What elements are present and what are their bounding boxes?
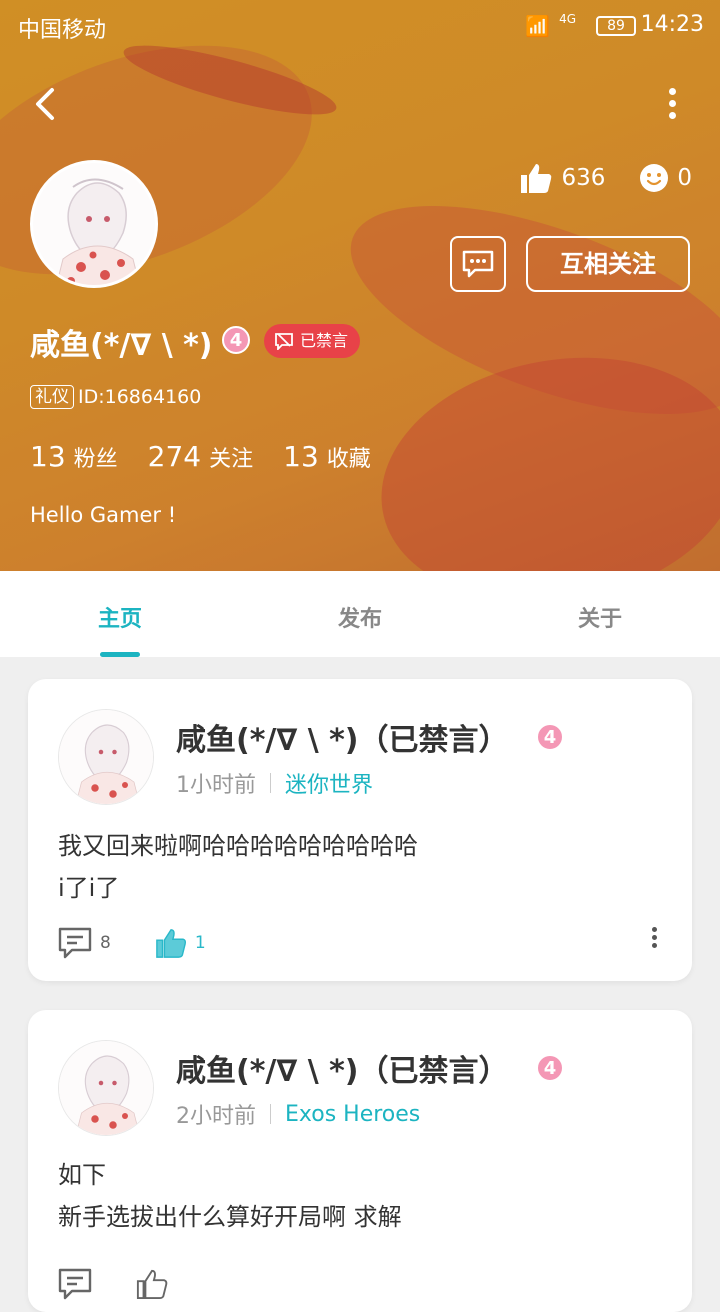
post-author[interactable]: 咸鱼(*/∇ \ *)（已禁言） bbox=[176, 715, 509, 759]
thumbs-up-icon bbox=[156, 929, 186, 958]
tab-posts[interactable]: 发布 bbox=[240, 571, 480, 657]
favorites-count: 13 bbox=[283, 440, 319, 473]
divider bbox=[270, 773, 271, 793]
post-meta: 2小时前 Exos Heroes bbox=[176, 1098, 420, 1130]
post-card[interactable]: 咸鱼(*/∇ \ *)（已禁言） 4 2小时前 Exos Heroes 如下 新… bbox=[28, 1010, 692, 1312]
comment-count: 8 bbox=[100, 933, 111, 953]
post-more-icon[interactable] bbox=[652, 927, 660, 951]
post-actions bbox=[58, 1268, 168, 1300]
level-badge: 4 bbox=[222, 326, 250, 354]
profile-avatar[interactable] bbox=[30, 160, 158, 288]
smile-icon bbox=[640, 164, 669, 192]
status-bar: 中国移动 📶 4G 89 14:23 bbox=[0, 0, 720, 52]
network-label: 4G bbox=[559, 12, 576, 26]
post-meta: 1小时前 迷你世界 bbox=[176, 767, 373, 799]
post-game-link[interactable]: Exos Heroes bbox=[285, 1102, 420, 1127]
post-author[interactable]: 咸鱼(*/∇ \ *)（已禁言） bbox=[176, 1046, 509, 1090]
post-content[interactable]: 如下 新手选拔出什么算好开局啊 求解 bbox=[58, 1154, 402, 1238]
more-menu-icon[interactable] bbox=[662, 84, 682, 124]
post-card[interactable]: 咸鱼(*/∇ \ *)（已禁言） 4 1小时前 迷你世界 我又回来啦啊哈哈哈哈哈… bbox=[28, 679, 692, 981]
carrier-label: 中国移动 bbox=[18, 18, 107, 43]
post-line: 如下 bbox=[58, 1161, 106, 1189]
divider bbox=[270, 1104, 271, 1124]
message-button[interactable] bbox=[450, 236, 506, 292]
profile-tabs: 主页 发布 关于 bbox=[0, 571, 720, 657]
post-actions: 8 1 bbox=[58, 927, 206, 959]
tab-about[interactable]: 关于 bbox=[480, 571, 720, 657]
following-label: 关注 bbox=[209, 447, 254, 472]
smiles-count: 0 bbox=[677, 165, 692, 191]
fans-count: 13 bbox=[30, 440, 66, 473]
follow-button[interactable]: 互相关注 bbox=[526, 236, 690, 292]
user-id: ID:16864160 bbox=[78, 386, 202, 408]
post-line: i了i了 bbox=[58, 874, 120, 902]
post-content[interactable]: 我又回来啦啊哈哈哈哈哈哈哈哈哈 i了i了 bbox=[58, 825, 418, 909]
likes-count: 636 bbox=[561, 165, 606, 191]
fans-stat[interactable]: 13 粉丝 bbox=[30, 440, 118, 473]
comment-icon bbox=[58, 1268, 92, 1300]
thumbs-up-icon bbox=[521, 164, 552, 193]
title-tag: 礼仪 bbox=[30, 385, 74, 409]
level-badge: 4 bbox=[536, 1054, 564, 1082]
post-avatar[interactable] bbox=[58, 1040, 154, 1136]
post-game-link[interactable]: 迷你世界 bbox=[285, 767, 373, 799]
favorites-label: 收藏 bbox=[326, 447, 371, 472]
banned-label: 已禁言 bbox=[300, 331, 349, 350]
favorites-stat[interactable]: 13 收藏 bbox=[283, 440, 371, 473]
clock: 14:23 bbox=[640, 12, 704, 37]
back-icon[interactable] bbox=[28, 84, 68, 124]
profile-reactions: 636 0 bbox=[519, 162, 692, 194]
fans-label: 粉丝 bbox=[73, 447, 118, 472]
like-count: 1 bbox=[194, 933, 206, 953]
wifi-icon: 📶 bbox=[525, 14, 550, 38]
likes-stat[interactable]: 636 bbox=[519, 162, 605, 194]
social-counts: 13 粉丝 274 关注 13 收藏 bbox=[30, 440, 371, 473]
smiles-stat[interactable]: 0 bbox=[639, 163, 692, 193]
id-row: 礼仪 ID:16864160 bbox=[30, 385, 201, 409]
profile-header: 中国移动 📶 4G 89 14:23 636 0 互相关注 咸鱼(*/∇ \ *… bbox=[0, 0, 720, 571]
thumbs-up-icon bbox=[136, 1269, 168, 1300]
profile-bio: Hello Gamer ! bbox=[30, 503, 177, 527]
post-time: 2小时前 bbox=[176, 1104, 256, 1129]
post-avatar[interactable] bbox=[58, 709, 154, 805]
like-button[interactable] bbox=[136, 1268, 168, 1300]
post-time: 1小时前 bbox=[176, 773, 256, 798]
post-line: 新手选拔出什么算好开局啊 求解 bbox=[58, 1203, 402, 1231]
comment-icon bbox=[58, 927, 92, 959]
like-button[interactable]: 1 bbox=[155, 927, 206, 959]
mute-icon bbox=[275, 333, 293, 350]
profile-name: 咸鱼(*/∇ \ *) bbox=[30, 328, 213, 363]
level-badge: 4 bbox=[536, 723, 564, 751]
tab-home[interactable]: 主页 bbox=[0, 571, 240, 657]
following-count: 274 bbox=[147, 440, 202, 473]
battery-icon: 89 bbox=[596, 16, 636, 36]
post-line: 我又回来啦啊哈哈哈哈哈哈哈哈哈 bbox=[58, 832, 418, 860]
chat-bubble-icon bbox=[462, 250, 494, 278]
comment-button[interactable]: 8 bbox=[58, 927, 111, 959]
comment-button[interactable] bbox=[58, 1268, 92, 1300]
following-stat[interactable]: 274 关注 bbox=[148, 440, 253, 473]
banned-badge: 已禁言 bbox=[264, 324, 361, 358]
